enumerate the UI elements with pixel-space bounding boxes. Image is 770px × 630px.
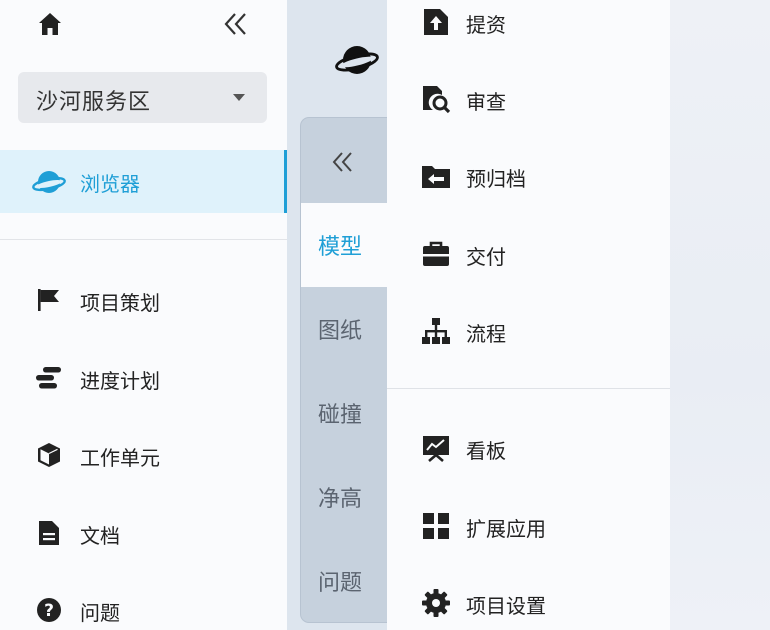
menu-item-submit[interactable]: 提资 — [387, 0, 670, 46]
cube-icon — [38, 443, 60, 467]
menu-item-dashboard[interactable]: 看板 — [387, 426, 670, 472]
service-area-value: 沙河服务区 — [36, 90, 152, 115]
sidebar-item-label: 问题 — [80, 601, 120, 625]
service-area-select[interactable]: 沙河服务区 — [18, 72, 267, 123]
sidebar-item-browser[interactable]: 浏览器 — [0, 150, 287, 213]
background-area — [668, 0, 770, 630]
question-icon: ? — [37, 598, 61, 622]
tab-label: 问题 — [318, 571, 363, 596]
sidebar-header — [0, 0, 287, 50]
menu-item-review[interactable]: 审查 — [387, 77, 670, 123]
tab-issues[interactable]: 问题 — [301, 539, 387, 623]
gear-icon — [422, 589, 450, 617]
chevron-down-icon — [233, 94, 245, 101]
menu-item-label: 提资 — [466, 13, 506, 37]
sidebar-item-project-planning[interactable]: 项目策划 — [0, 279, 287, 319]
tab-model[interactable]: 模型 — [301, 203, 387, 287]
function-menu: 提资 审查 预归档 交付 流程 看板 扩展应用 项目设置 — [387, 0, 670, 630]
tab-label: 净高 — [318, 487, 363, 512]
tab-label: 碰撞 — [318, 403, 363, 428]
planet-icon — [32, 171, 66, 193]
menu-item-label: 扩展应用 — [466, 517, 546, 541]
menu-item-label: 交付 — [466, 245, 506, 269]
sidebar-item-issues[interactable]: ? 问题 — [0, 589, 287, 629]
menu-item-label: 预归档 — [466, 167, 526, 191]
sidebar-item-label: 文档 — [80, 524, 120, 548]
sidebar-item-label: 工作单元 — [80, 446, 160, 470]
tab-label: 图纸 — [318, 319, 363, 344]
review-icon — [423, 86, 451, 114]
collapse-icon[interactable] — [330, 148, 358, 176]
sidebar-item-documents[interactable]: 文档 — [0, 512, 287, 552]
flowchart-icon — [422, 318, 450, 344]
menu-item-extensions[interactable]: 扩展应用 — [387, 504, 670, 550]
menu-item-workflow[interactable]: 流程 — [387, 309, 670, 355]
sidebar-item-label: 浏览器 — [80, 172, 140, 196]
dashboard-icon — [423, 436, 449, 462]
menu-item-pre-archive[interactable]: 预归档 — [387, 154, 670, 200]
sidebar-item-label: 进度计划 — [80, 369, 160, 393]
tab-label: 模型 — [318, 235, 363, 260]
apps-grid-icon — [423, 513, 449, 539]
menu-item-delivery[interactable]: 交付 — [387, 232, 670, 278]
menu-item-label: 审查 — [466, 90, 506, 114]
divider — [387, 388, 670, 389]
menu-item-project-settings[interactable]: 项目设置 — [387, 581, 670, 627]
upload-file-icon — [424, 9, 448, 35]
gantt-icon — [36, 367, 61, 389]
briefcase-icon — [423, 241, 449, 266]
collapse-sidebar-icon[interactable] — [222, 10, 250, 38]
archive-folder-icon — [422, 166, 450, 188]
tab-collision[interactable]: 碰撞 — [301, 371, 387, 455]
tab-drawings[interactable]: 图纸 — [301, 287, 387, 371]
planet-icon[interactable] — [335, 40, 379, 80]
tab-clearance[interactable]: 净高 — [301, 455, 387, 539]
divider — [0, 239, 287, 240]
sidebar-item-work-unit[interactable]: 工作单元 — [0, 434, 287, 474]
menu-item-label: 流程 — [466, 322, 506, 346]
menu-item-label: 看板 — [466, 439, 506, 463]
menu-item-label: 项目设置 — [466, 594, 546, 618]
view-tabs: 模型 图纸 碰撞 净高 问题 — [300, 117, 387, 623]
document-icon — [39, 521, 59, 545]
flag-icon — [38, 289, 59, 311]
svg-text:?: ? — [44, 601, 54, 621]
left-sidebar: 沙河服务区 浏览器 项目策划 进度计划 工作单元 文档 ? 问题 — [0, 0, 287, 630]
home-icon[interactable] — [36, 10, 64, 38]
sidebar-item-schedule[interactable]: 进度计划 — [0, 357, 287, 397]
sidebar-item-label: 项目策划 — [80, 291, 160, 315]
